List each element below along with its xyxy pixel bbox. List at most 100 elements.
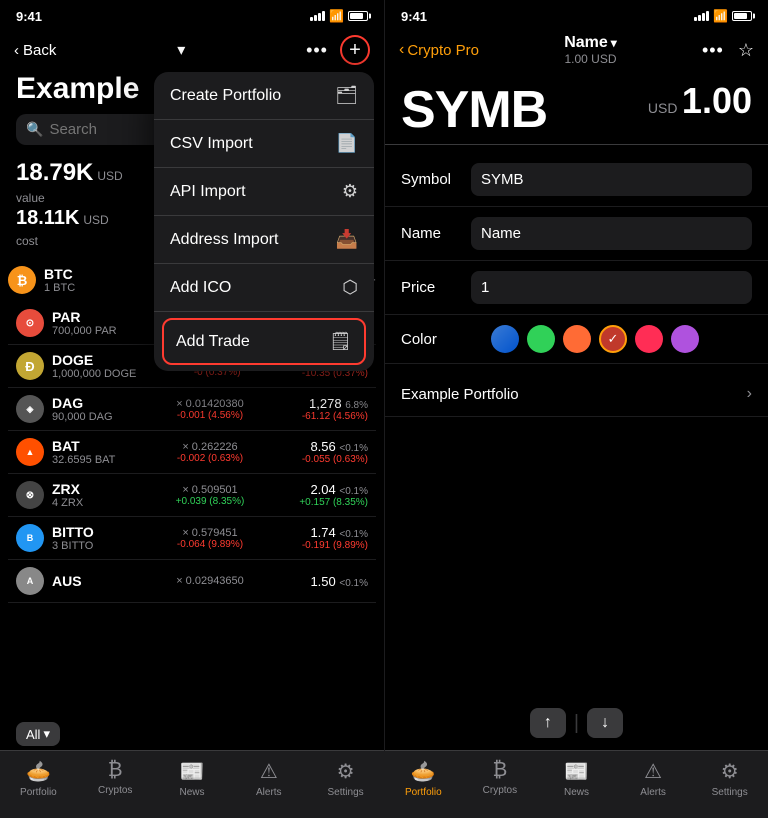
bottom-nav-right: 🥧 Portfolio ₿ Cryptos 📰 News ⚠ Alerts ⚙ …: [385, 750, 768, 818]
nav-cryptos-left[interactable]: ₿ Cryptos: [77, 759, 154, 802]
more-options-button[interactable]: •••: [306, 40, 328, 61]
btc-amount: 1 BTC: [44, 282, 114, 294]
nav-alerts-right[interactable]: ⚠ Alerts: [615, 759, 692, 802]
nav-cryptos-right[interactable]: ₿ Cryptos: [462, 759, 539, 802]
portfolio-label-right: Portfolio: [405, 787, 442, 798]
settings-label-left: Settings: [328, 787, 364, 798]
stat-value-label: value: [16, 191, 45, 205]
back-label-left: Back: [23, 42, 56, 59]
right-panel: 9:41 📶 ‹ Crypto Pro Name ▾ 1.00 USD: [384, 0, 768, 818]
aus-value: 1.50 <0.1%: [298, 574, 368, 589]
nav-settings-right[interactable]: ⚙ Settings: [691, 759, 768, 802]
nav-portfolio-left[interactable]: 🥧 Portfolio: [0, 759, 77, 802]
table-row[interactable]: A AUS × 0.02943650 1.50 <0.1%: [8, 560, 376, 603]
name-input[interactable]: [471, 217, 752, 250]
add-trade-item[interactable]: Add Trade 🗒: [162, 318, 366, 365]
bitto-symbol: BITTO: [52, 524, 122, 540]
color-swatches: [491, 325, 699, 353]
color-swatch-blue[interactable]: [491, 325, 519, 353]
favorite-icon[interactable]: ☆: [738, 40, 754, 61]
sort-down-button[interactable]: ↓: [587, 708, 623, 738]
symbol-input[interactable]: [471, 163, 752, 196]
cryptos-label-right: Cryptos: [483, 785, 517, 796]
dag-value-col: 1,278 6.8% -61.12 (4.56%): [298, 396, 368, 422]
zrx-amount: 4 ZRX: [52, 497, 122, 509]
color-swatch-pink[interactable]: [635, 325, 663, 353]
alerts-label-left: Alerts: [256, 787, 282, 798]
address-import-item[interactable]: Address Import 📥: [154, 216, 374, 264]
portfolio-selector-label: Example Portfolio: [401, 386, 519, 403]
bottom-nav-left: 🥧 Portfolio ₿ Cryptos 📰 News ⚠ Alerts ⚙ …: [0, 750, 384, 818]
portfolio-selector-row[interactable]: Example Portfolio ›: [385, 372, 768, 417]
portfolio-chevron-icon: ›: [747, 385, 752, 403]
status-bar-left: 9:41 📶: [0, 0, 384, 28]
dag-icon: ◈: [16, 395, 44, 423]
right-title-text: Name: [564, 34, 608, 52]
coin-form: Symbol Name Price Color: [385, 145, 768, 372]
btc-name-col: BTC 1 BTC: [44, 266, 114, 294]
back-button-left[interactable]: ‹ Back: [14, 42, 56, 59]
doge-name-col: DOGE 1,000,000 DOGE: [52, 352, 136, 380]
bat-multiplier: × 0.262226: [130, 441, 290, 453]
bat-value-col: 8.56 <0.1% -0.055 (0.63%): [298, 439, 368, 465]
table-row[interactable]: ⊗ ZRX 4 ZRX × 0.509501 +0.039 (8.35%) 2.…: [8, 474, 376, 517]
color-swatch-green[interactable]: [527, 325, 555, 353]
time-right: 9:41: [401, 9, 427, 24]
csv-import-label: CSV Import: [170, 135, 253, 153]
more-options-right[interactable]: •••: [702, 40, 724, 61]
add-ico-icon: ⬡: [342, 277, 358, 298]
add-button[interactable]: +: [340, 35, 370, 65]
news-label-right: News: [564, 787, 589, 798]
price-input[interactable]: [471, 271, 752, 304]
color-swatch-red-selected[interactable]: [599, 325, 627, 353]
alerts-label-right: Alerts: [640, 787, 666, 798]
create-portfolio-item[interactable]: Create Portfolio 🗂: [154, 72, 374, 120]
nav-center-chevron[interactable]: ▾: [177, 40, 185, 60]
color-swatch-orange[interactable]: [563, 325, 591, 353]
color-label: Color: [401, 331, 471, 348]
bitto-multiplier: × 0.579451: [130, 527, 290, 539]
bitto-change: -0.064 (9.89%): [130, 539, 290, 550]
sort-up-button[interactable]: ↑: [530, 708, 566, 738]
stat-cost-label: cost: [16, 234, 38, 248]
nav-news-left[interactable]: 📰 News: [154, 759, 231, 802]
news-label-left: News: [179, 787, 204, 798]
table-row[interactable]: ▲ BAT 32.6595 BAT × 0.262226 -0.002 (0.6…: [8, 431, 376, 474]
table-row[interactable]: B BITTO 3 BITTO × 0.579451 -0.064 (9.89%…: [8, 517, 376, 560]
bat-amount: 32.6595 BAT: [52, 454, 122, 466]
stat-cost-amount: 18.11K: [16, 207, 79, 230]
filter-button[interactable]: All ▾: [16, 722, 60, 746]
back-label-right: Crypto Pro: [407, 42, 479, 59]
dag-value: 1,278 6.8%: [298, 396, 368, 411]
stat-cost-unit: USD: [83, 213, 108, 227]
dag-pct-change: -61.12 (4.56%): [298, 411, 368, 422]
csv-import-item[interactable]: CSV Import 📄: [154, 120, 374, 168]
settings-icon-left: ⚙: [337, 759, 355, 784]
table-row[interactable]: ◈ DAG 90,000 DAG × 0.01420380 -0.001 (4.…: [8, 388, 376, 431]
dag-name-col: DAG 90,000 DAG: [52, 395, 122, 423]
bitto-value-col: 1.74 <0.1% -0.191 (9.89%): [298, 525, 368, 551]
color-swatch-purple[interactable]: [671, 325, 699, 353]
nav-alerts-left[interactable]: ⚠ Alerts: [230, 759, 307, 802]
signal-icon: [310, 11, 325, 21]
nav-settings-left[interactable]: ⚙ Settings: [307, 759, 384, 802]
api-import-item[interactable]: API Import ⚙: [154, 168, 374, 216]
bat-value: 8.56 <0.1%: [298, 439, 368, 454]
create-portfolio-icon: 🗂: [335, 85, 358, 106]
address-import-icon: 📥: [336, 229, 358, 250]
status-icons-left: 📶: [310, 9, 368, 23]
bat-name-col: BAT 32.6595 BAT: [52, 438, 122, 466]
search-icon: 🔍: [26, 121, 43, 138]
battery-icon: [348, 11, 368, 21]
back-button-right[interactable]: ‹ Crypto Pro: [399, 41, 479, 59]
add-trade-label: Add Trade: [176, 333, 250, 351]
coin-price-col: USD 1.00: [648, 80, 752, 122]
zrx-symbol: ZRX: [52, 481, 122, 497]
left-panel: 9:41 📶 ‹ Back ▾ ••• + Examp: [0, 0, 384, 818]
nav-news-right[interactable]: 📰 News: [538, 759, 615, 802]
bat-pct-change: -0.055 (0.63%): [298, 454, 368, 465]
add-ico-item[interactable]: Add ICO ⬡: [154, 264, 374, 312]
back-arrow-icon-right: ‹: [399, 41, 404, 59]
nav-portfolio-right[interactable]: 🥧 Portfolio: [385, 759, 462, 802]
api-import-label: API Import: [170, 183, 246, 201]
